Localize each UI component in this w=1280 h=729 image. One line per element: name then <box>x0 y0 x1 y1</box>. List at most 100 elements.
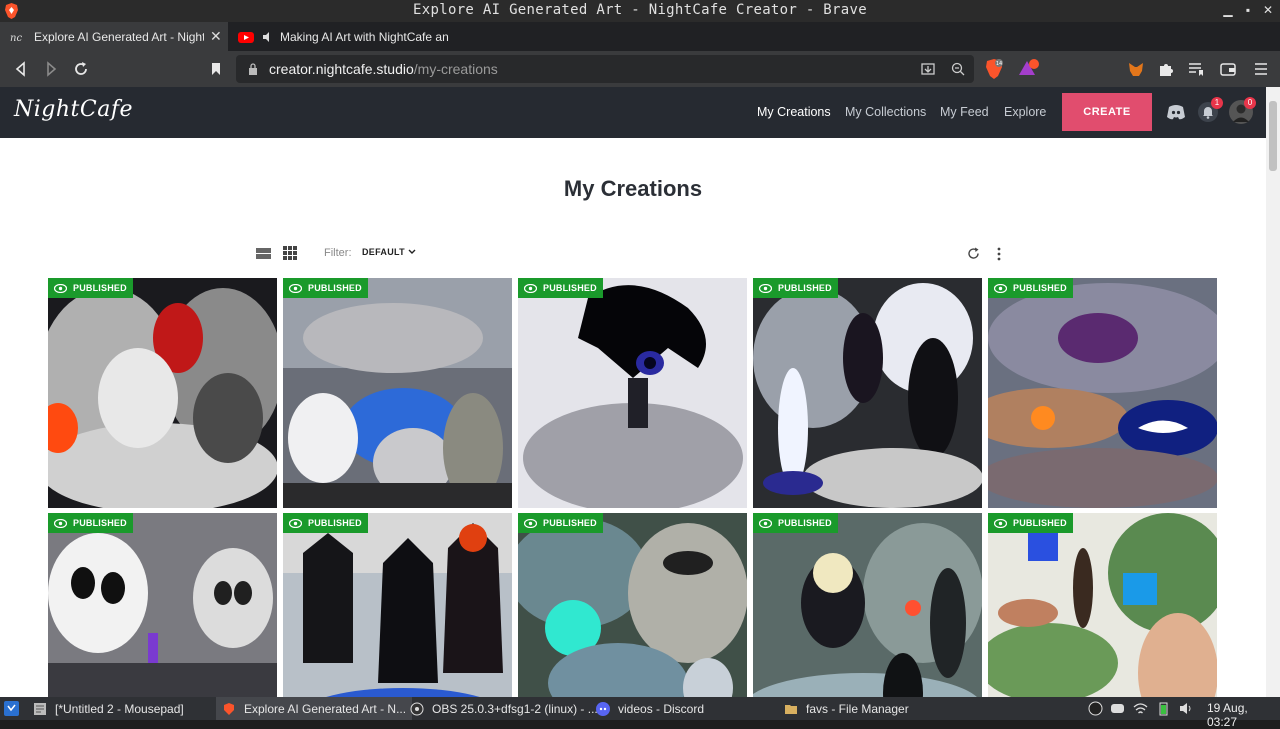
tab-strip: nc Explore AI Generated Art - NightC ✕ M… <box>0 22 1280 67</box>
nav-explore[interactable]: Explore <box>1004 105 1046 119</box>
tab-youtube[interactable]: Making AI Art with NightCafe an <box>228 22 452 51</box>
volume-icon[interactable] <box>1178 701 1193 716</box>
filter-dropdown[interactable]: DEFAULT <box>362 247 416 257</box>
svg-text:14: 14 <box>996 61 1002 67</box>
nav-my-creations[interactable]: My Creations <box>757 105 831 119</box>
taskbar-item-brave[interactable]: Explore AI Generated Art - N... <box>216 697 413 720</box>
eye-icon <box>759 518 772 528</box>
brave-rewards-icon[interactable] <box>1017 58 1041 78</box>
eye-icon <box>994 283 1007 293</box>
install-app-icon[interactable] <box>920 61 936 77</box>
wallet-icon[interactable] <box>1219 60 1237 78</box>
nightcafe-logo[interactable]: NightCafe <box>14 97 133 122</box>
back-icon[interactable] <box>12 60 30 78</box>
text-editor-icon <box>34 702 46 715</box>
creation-image <box>283 513 512 697</box>
scrollbar-thumb[interactable] <box>1269 101 1277 171</box>
browser-menu-icon[interactable] <box>1252 60 1270 78</box>
creation-image <box>988 513 1217 697</box>
tab-label: Explore AI Generated Art - NightC <box>34 29 204 44</box>
window-title: Explore AI Generated Art - NightCafe Cre… <box>413 2 867 18</box>
eye-icon <box>994 518 1007 528</box>
close-window-icon[interactable]: ✕ <box>1260 2 1276 18</box>
taskbar-item-file-manager[interactable]: favs - File Manager <box>784 697 909 720</box>
status-badge: PUBLISHED <box>988 513 1073 533</box>
taskbar: [*Untitled 2 - Mousepad] Explore AI Gene… <box>0 697 1280 729</box>
chevron-down-icon <box>408 249 416 254</box>
refresh-icon[interactable] <box>967 247 980 260</box>
taskbar-item-discord[interactable]: videos - Discord <box>596 697 704 720</box>
forward-icon[interactable] <box>42 60 60 78</box>
filter-label: Filter: <box>324 247 352 259</box>
creation-card[interactable]: PUBLISHED <box>753 278 982 508</box>
page-title: My Creations <box>563 176 703 201</box>
bookmark-icon[interactable] <box>207 60 225 78</box>
wifi-icon[interactable] <box>1133 701 1148 716</box>
reload-icon[interactable] <box>72 60 90 78</box>
discord-tray-icon[interactable] <box>1110 701 1125 716</box>
creation-image <box>518 278 747 508</box>
creation-card[interactable]: PUBLISHED <box>48 513 277 697</box>
status-badge: PUBLISHED <box>48 513 133 533</box>
metamask-fox-icon[interactable] <box>1127 60 1145 78</box>
svg-text:nc: nc <box>10 33 22 44</box>
creation-card[interactable]: PUBLISHED <box>283 513 512 697</box>
page-scrollbar[interactable] <box>1266 87 1280 697</box>
nightcafe-favicon-icon: nc <box>10 33 22 44</box>
grid-view-icon[interactable] <box>283 246 297 260</box>
notification-badge: 1 <box>1211 97 1223 109</box>
url-text: creator.nightcafe.studio/my-creations <box>269 61 498 77</box>
status-badge: PUBLISHED <box>518 513 603 533</box>
creation-image <box>48 513 277 697</box>
tab-nightcafe[interactable]: nc Explore AI Generated Art - NightC ✕ <box>0 22 228 51</box>
creation-card[interactable]: PUBLISHED <box>988 278 1217 508</box>
creation-image <box>518 513 747 697</box>
zoom-icon[interactable] <box>950 61 966 77</box>
status-badge: PUBLISHED <box>283 513 368 533</box>
obs-icon <box>410 702 424 715</box>
eye-icon <box>289 283 302 293</box>
eye-icon <box>524 518 537 528</box>
create-button[interactable]: CREATE <box>1062 93 1152 131</box>
list-view-icon[interactable] <box>256 247 271 260</box>
creation-card[interactable]: PUBLISHED <box>48 278 277 508</box>
creation-image <box>753 513 982 697</box>
more-options-icon[interactable] <box>996 247 1002 261</box>
creation-card[interactable]: PUBLISHED <box>988 513 1217 697</box>
creation-image <box>988 278 1217 508</box>
creation-card[interactable]: PUBLISHED <box>753 513 982 697</box>
discord-icon[interactable] <box>1165 101 1187 123</box>
obs-tray-icon[interactable] <box>1088 701 1103 716</box>
creation-image <box>283 278 512 508</box>
minimize-icon[interactable]: ▁ <box>1220 2 1236 18</box>
window-titlebar: Explore AI Generated Art - NightCafe Cre… <box>0 0 1280 22</box>
status-badge: PUBLISHED <box>753 513 838 533</box>
maximize-icon[interactable]: ▪ <box>1240 2 1256 18</box>
taskbar-item-mousepad[interactable]: [*Untitled 2 - Mousepad] <box>33 697 184 720</box>
status-badge: PUBLISHED <box>48 278 133 298</box>
creation-card[interactable]: PUBLISHED <box>518 278 747 508</box>
reading-list-icon[interactable] <box>1187 60 1205 78</box>
creation-card[interactable]: PUBLISHED <box>283 278 512 508</box>
address-bar[interactable]: creator.nightcafe.studio/my-creations <box>236 55 974 83</box>
speaker-icon[interactable] <box>262 31 274 43</box>
tab-label: Making AI Art with NightCafe an <box>280 29 449 44</box>
nav-my-collections[interactable]: My Collections <box>845 105 926 119</box>
start-menu-icon[interactable] <box>4 701 19 716</box>
eye-icon <box>54 283 67 293</box>
battery-icon[interactable] <box>1156 701 1171 716</box>
gallery-controls: Filter: DEFAULT <box>0 244 1266 264</box>
brave-icon <box>224 702 234 715</box>
browser-toolbar: creator.nightcafe.studio/my-creations 14 <box>0 51 1280 87</box>
eye-icon <box>524 283 537 293</box>
close-tab-icon[interactable]: ✕ <box>210 28 222 45</box>
taskbar-item-obs[interactable]: OBS 25.0.3+dfsg1-2 (linux) - ... <box>410 697 598 720</box>
nav-my-feed[interactable]: My Feed <box>940 105 989 119</box>
brave-shields-icon[interactable]: 14 <box>984 58 1004 80</box>
eye-icon <box>289 518 302 528</box>
discord-icon <box>596 701 610 716</box>
extensions-puzzle-icon[interactable] <box>1157 60 1175 78</box>
clock[interactable]: 19 Aug, 03:27 <box>1207 701 1280 729</box>
creation-card[interactable]: PUBLISHED <box>518 513 747 697</box>
youtube-icon <box>238 31 254 43</box>
